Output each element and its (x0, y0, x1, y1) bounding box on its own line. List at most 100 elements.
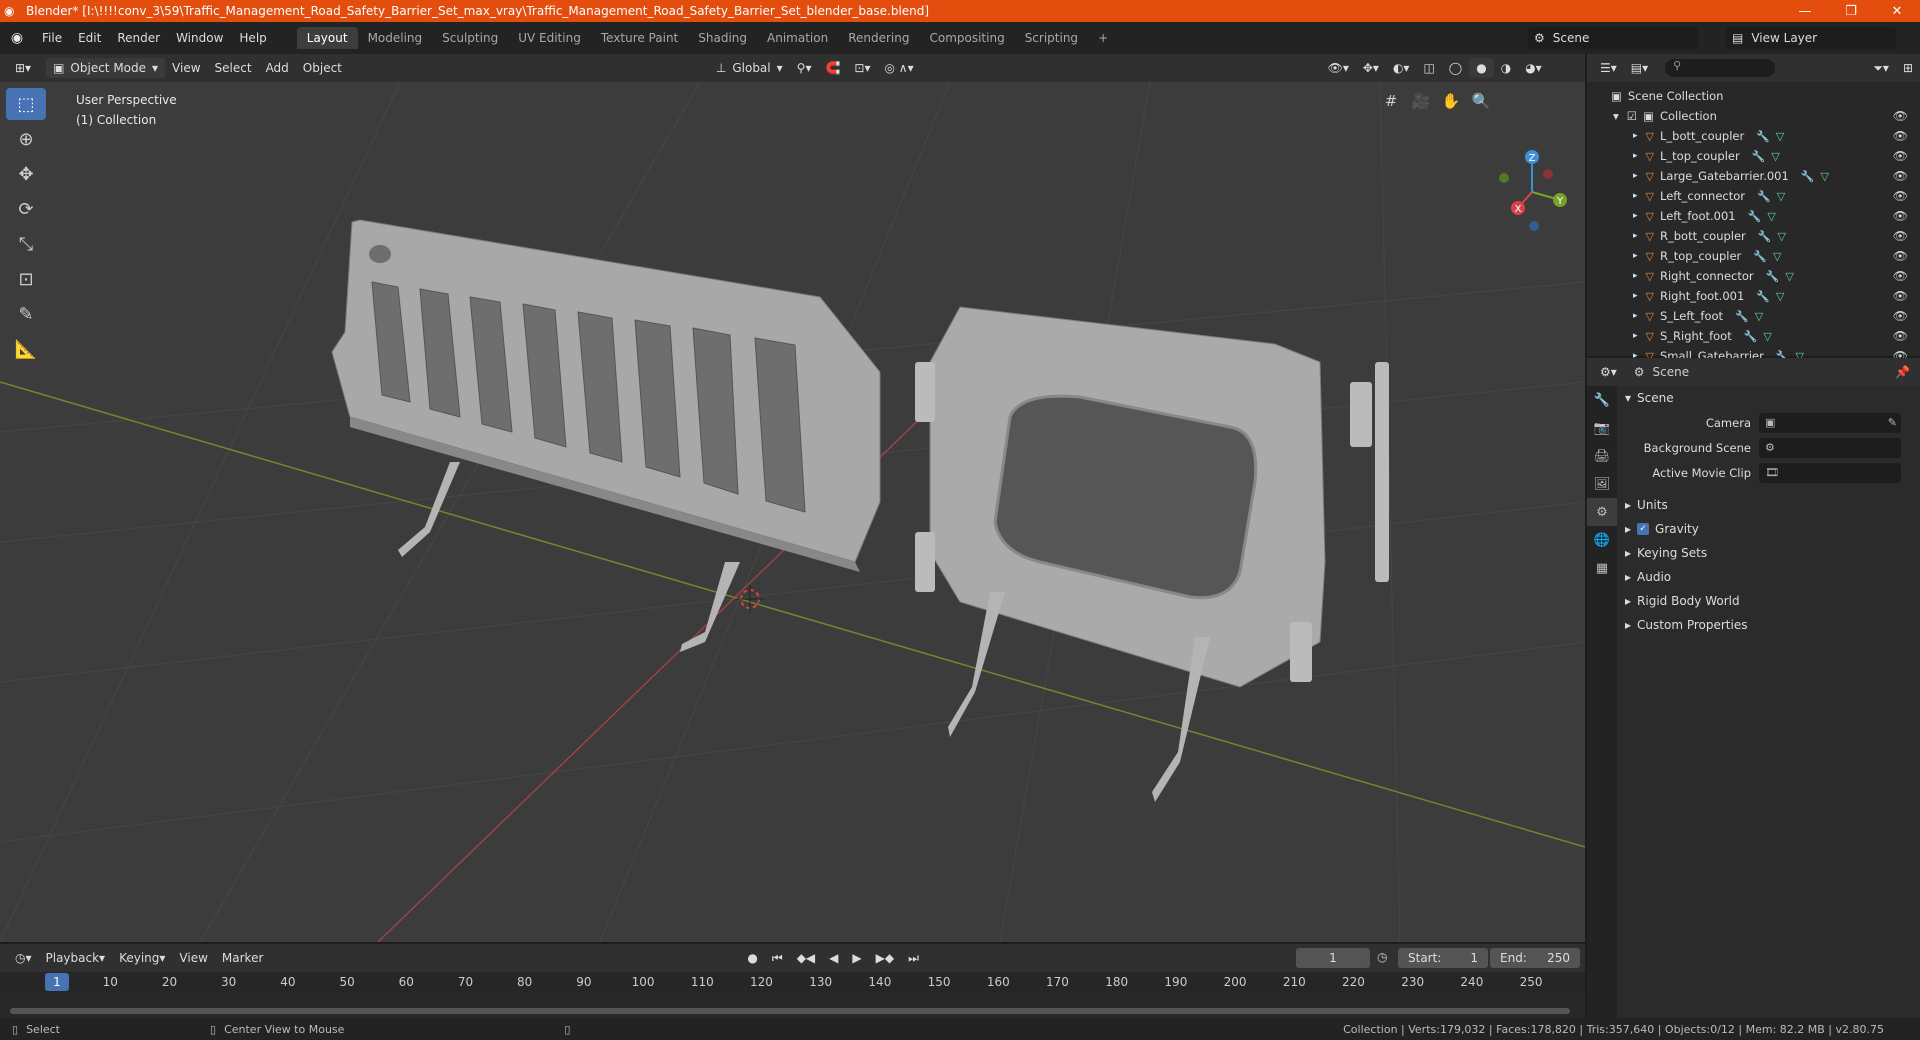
modifier-wrench-icon[interactable]: 🔧 (1758, 230, 1772, 243)
tab-texture-paint[interactable]: Texture Paint (591, 27, 688, 49)
expand-chevron-icon[interactable]: ▸ (1633, 331, 1638, 341)
hand-pan-icon[interactable]: ✋ (1438, 88, 1464, 114)
menu-render[interactable]: Render (109, 31, 168, 45)
expand-chevron-icon[interactable]: ▸ (1633, 131, 1638, 141)
tab-animation[interactable]: Animation (757, 27, 838, 49)
modifier-wrench-icon[interactable]: 🔧 (1735, 310, 1749, 323)
filter-icon[interactable]: ⏷▾ (1866, 58, 1896, 78)
gravity-checkbox[interactable]: ✓ (1637, 523, 1650, 535)
audio-panel[interactable]: ▸ Audio (1617, 565, 1920, 589)
scene-panel-header[interactable]: ▾ Scene (1617, 386, 1920, 410)
mode-dropdown[interactable]: ▣ Object Mode ▾ (46, 58, 166, 78)
expand-chevron-icon[interactable]: ▸ (1633, 251, 1638, 261)
play-reverse-icon[interactable]: ◀ (822, 948, 845, 968)
world-tab-icon[interactable]: 🌐 (1587, 526, 1617, 554)
scene-collection-row[interactable]: ▣ Scene Collection (1587, 86, 1920, 106)
mesh-data-icon[interactable]: ▽ (1755, 310, 1763, 323)
next-keyframe-icon[interactable]: ▶◆ (869, 948, 901, 968)
tool-tab-icon[interactable]: 🔧 (1587, 386, 1617, 414)
eye-icon[interactable]: 👁 (1893, 309, 1908, 323)
small-gatebarrier[interactable] (915, 306, 1389, 802)
visibility-icon[interactable]: 👁▾ (1321, 58, 1356, 78)
checkbox-icon[interactable]: ☑ (1627, 109, 1637, 123)
view-layer-tab-icon[interactable]: 🖼 (1587, 470, 1617, 498)
eye-icon[interactable]: 👁 (1893, 229, 1908, 243)
annotate-tool-icon[interactable]: ✎ (6, 298, 46, 330)
outliner-object-row[interactable]: ▸ ▽ L_top_coupler 🔧 ▽ 👁 (1587, 146, 1920, 166)
keying-sets-panel[interactable]: ▸ Keying Sets (1617, 541, 1920, 565)
playhead[interactable]: 1 (45, 973, 69, 991)
marker-menu[interactable]: Marker (215, 948, 270, 968)
gizmo-toggle-icon[interactable]: ✥▾ (1356, 58, 1386, 78)
mesh-data-icon[interactable]: ▽ (1776, 130, 1784, 143)
texture-tab-icon[interactable]: ▦ (1587, 554, 1617, 582)
eye-icon[interactable]: 👁 (1893, 329, 1908, 343)
modifier-wrench-icon[interactable]: 🔧 (1744, 330, 1758, 343)
eye-icon[interactable]: 👁 (1893, 149, 1908, 163)
modifier-wrench-icon[interactable]: 🔧 (1766, 270, 1780, 283)
material-shading-icon[interactable]: ◑ (1494, 58, 1518, 78)
camera-field[interactable]: ▣ ✎ (1759, 412, 1901, 433)
modifier-wrench-icon[interactable]: 🔧 (1756, 290, 1770, 303)
tab-modeling[interactable]: Modeling (358, 27, 433, 49)
view-layer-selector[interactable]: ▤ View Layer (1726, 27, 1896, 49)
tab-scripting[interactable]: Scripting (1015, 27, 1088, 49)
modifier-wrench-icon[interactable]: 🔧 (1756, 130, 1770, 143)
proportional-edit-icon[interactable]: ◎ ∧▾ (878, 58, 921, 78)
clock-icon[interactable]: ◷ (1377, 950, 1387, 964)
collection-row[interactable]: ▾ ☑ ▣ Collection 👁 (1587, 106, 1920, 126)
snap-target-icon[interactable]: ⊡▾ (847, 58, 877, 78)
units-panel[interactable]: ▸ Units (1617, 493, 1920, 517)
expand-chevron-icon[interactable]: ▸ (1633, 231, 1638, 241)
custom-properties-panel[interactable]: ▸ Custom Properties (1617, 613, 1920, 637)
current-frame-field[interactable]: 1 (1296, 948, 1370, 968)
modifier-wrench-icon[interactable]: 🔧 (1748, 210, 1762, 223)
outliner-object-row[interactable]: ▸ ▽ Left_foot.001 🔧 ▽ 👁 (1587, 206, 1920, 226)
end-frame-field[interactable]: End: 250 (1490, 948, 1580, 968)
timeline[interactable]: 1 10 20 30 40 50 60 70 80 90 100 110 120 130 140 150 16… (0, 972, 1585, 1018)
timeline-view-menu[interactable]: View (172, 948, 214, 968)
orientation-dropdown[interactable]: ⊥ Global ▾ (709, 58, 790, 78)
properties-editor-icon[interactable]: ⚙▾ (1593, 362, 1624, 382)
editor-type-icon[interactable]: ⊞▾ (8, 58, 38, 78)
outliner-object-row[interactable]: ▸ ▽ Right_foot.001 🔧 ▽ 👁 (1587, 286, 1920, 306)
play-icon[interactable]: ▶ (845, 948, 868, 968)
menu-edit[interactable]: Edit (70, 31, 109, 45)
select-box-tool-icon[interactable]: ⬚ (6, 88, 46, 120)
rotate-tool-icon[interactable]: ⟳ (6, 193, 46, 225)
select-menu[interactable]: Select (208, 58, 259, 78)
mesh-data-icon[interactable]: ▽ (1777, 190, 1785, 203)
outliner-object-row[interactable]: ▸ ▽ R_bott_coupler 🔧 ▽ 👁 (1587, 226, 1920, 246)
mesh-data-icon[interactable]: ▽ (1773, 250, 1781, 263)
menu-file[interactable]: File (34, 31, 70, 45)
display-mode-icon[interactable]: ▤▾ (1624, 58, 1655, 78)
jump-start-icon[interactable]: ⏮ (765, 948, 790, 968)
cursor-tool-icon[interactable]: ⊕ (6, 123, 46, 155)
start-frame-field[interactable]: Start: 1 (1398, 948, 1488, 968)
expand-chevron-icon[interactable]: ▸ (1633, 211, 1638, 221)
eye-icon[interactable]: 👁 (1893, 249, 1908, 263)
large-gatebarrier[interactable] (331, 219, 881, 652)
new-collection-icon[interactable]: ⊞ (1896, 58, 1920, 78)
expand-chevron-icon[interactable]: ▸ (1633, 191, 1638, 201)
menu-window[interactable]: Window (168, 31, 231, 45)
move-tool-icon[interactable]: ✥ (6, 158, 46, 190)
maximize-button[interactable]: ❐ (1828, 4, 1874, 19)
modifier-wrench-icon[interactable]: 🔧 (1753, 250, 1767, 263)
transform-tool-icon[interactable]: ⊡ (6, 263, 46, 295)
timeline-scrollbar[interactable] (10, 1008, 1570, 1014)
outliner-object-row[interactable]: ▸ ▽ Left_connector 🔧 ▽ 👁 (1587, 186, 1920, 206)
eye-icon[interactable]: 👁 (1893, 269, 1908, 283)
eye-icon[interactable]: 👁 (1893, 189, 1908, 203)
scale-tool-icon[interactable]: ⤡ (6, 228, 46, 260)
scene-tab-icon[interactable]: ⚙ (1587, 498, 1617, 526)
zoom-icon[interactable]: 🔍 (1468, 88, 1494, 114)
snap-icon[interactable]: 🧲 (818, 58, 847, 78)
outliner-object-row[interactable]: ▸ ▽ Large_Gatebarrier.001 🔧 ▽ 👁 (1587, 166, 1920, 186)
record-icon[interactable]: ● (740, 948, 764, 968)
modifier-wrench-icon[interactable]: 🔧 (1752, 150, 1766, 163)
outliner-object-row[interactable]: ▸ ▽ S_Left_foot 🔧 ▽ 👁 (1587, 306, 1920, 326)
overlay-toggle-icon[interactable]: ◐▾ (1386, 58, 1417, 78)
mesh-data-icon[interactable]: ▽ (1778, 230, 1786, 243)
rigid-body-world-panel[interactable]: ▸ Rigid Body World (1617, 589, 1920, 613)
